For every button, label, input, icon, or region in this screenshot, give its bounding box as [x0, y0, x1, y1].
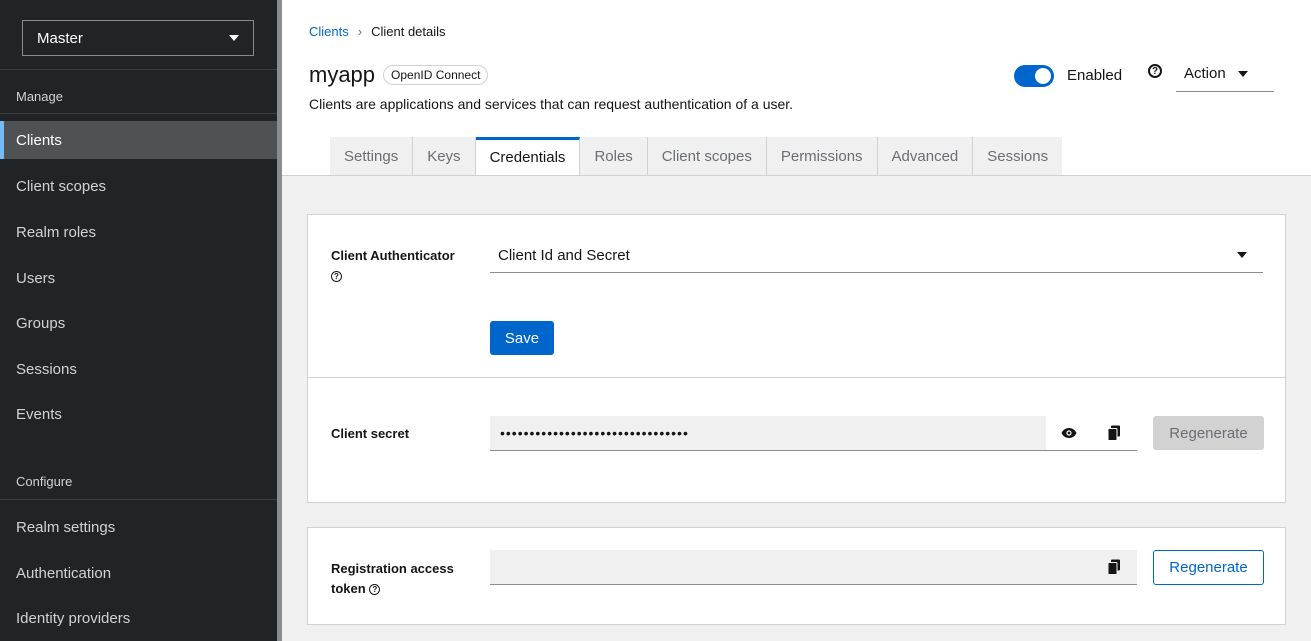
client-authenticator-text: Client Authenticator	[331, 248, 455, 263]
page-subtitle: Clients are applications and services th…	[309, 96, 794, 112]
nav-section-manage: Manage	[16, 89, 63, 104]
sidebar-item-groups[interactable]: Groups	[0, 304, 277, 342]
tab-client-scopes[interactable]: Client scopes	[647, 137, 767, 175]
action-dropdown[interactable]: Action	[1176, 56, 1274, 92]
divider	[0, 69, 277, 70]
sidebar-item-sessions[interactable]: Sessions	[0, 350, 277, 388]
action-label: Action	[1184, 65, 1226, 82]
enabled-label: Enabled	[1067, 67, 1123, 84]
sidebar-item-realm-roles[interactable]: Realm roles	[0, 213, 277, 251]
nav-section-configure: Configure	[16, 474, 73, 489]
sidebar-item-client-scopes[interactable]: Client scopes	[0, 167, 277, 205]
breadcrumb-current: Client details	[371, 24, 446, 39]
registration-token-card: Registration access token ? Regenerate	[307, 527, 1286, 625]
main-content: Clients › Client details myapp OpenID Co…	[282, 0, 1311, 641]
copy-secret-button[interactable]	[1091, 416, 1137, 451]
sidebar-item-events[interactable]: Events	[0, 395, 277, 433]
copy-icon	[1107, 425, 1120, 441]
show-secret-button[interactable]	[1046, 416, 1091, 451]
help-icon[interactable]: ?	[331, 271, 342, 283]
tab-permissions[interactable]: Permissions	[766, 137, 878, 175]
regenerate-token-button[interactable]: Regenerate	[1153, 550, 1264, 585]
tab-sessions[interactable]: Sessions	[973, 137, 1063, 175]
chevron-right-icon: ›	[357, 24, 363, 39]
breadcrumb: Clients › Client details	[309, 24, 446, 39]
protocol-badge: OpenID Connect	[383, 65, 489, 85]
tab-advanced[interactable]: Advanced	[877, 137, 974, 175]
caret-down-icon	[1237, 252, 1247, 258]
copy-token-button[interactable]	[1091, 550, 1137, 585]
page-title: myapp	[309, 62, 376, 87]
enabled-toggle[interactable]	[1014, 65, 1054, 87]
divider	[0, 499, 277, 500]
copy-icon	[1107, 559, 1120, 575]
client-authenticator-label: Client Authenticator ?	[331, 246, 471, 286]
credentials-card: Client Authenticator ? Client Id and Sec…	[307, 214, 1286, 503]
help-icon[interactable]: ?	[369, 584, 381, 596]
regenerate-secret-button[interactable]: Regenerate	[1153, 416, 1264, 450]
toggle-knob	[1035, 68, 1051, 84]
realm-name: Master	[37, 29, 83, 47]
client-secret-input[interactable]: ••••••••••••••••••••••••••••••••	[490, 416, 1046, 451]
divider	[0, 113, 277, 114]
help-icon[interactable]: ?	[1148, 64, 1162, 78]
caret-down-icon	[1237, 70, 1248, 77]
tab-bar: Settings Keys Credentials Roles Client s…	[330, 137, 1063, 175]
save-button[interactable]: Save	[490, 321, 554, 355]
tab-settings[interactable]: Settings	[330, 137, 414, 175]
sidebar-item-clients[interactable]: Clients	[0, 121, 277, 159]
breadcrumb-clients-link[interactable]: Clients	[309, 24, 349, 39]
registration-token-input[interactable]	[490, 550, 1091, 585]
card-divider	[308, 377, 1285, 378]
sidebar-item-identity-providers[interactable]: Identity providers	[0, 599, 277, 637]
tab-credentials[interactable]: Credentials	[475, 137, 581, 175]
registration-token-text-1: Registration access	[331, 561, 454, 576]
client-authenticator-value: Client Id and Secret	[498, 246, 630, 264]
realm-selector[interactable]: Master	[22, 20, 254, 56]
sidebar-item-users[interactable]: Users	[0, 259, 277, 297]
caret-down-icon	[229, 35, 239, 41]
title-row: myapp OpenID Connect	[309, 62, 489, 88]
client-authenticator-select[interactable]: Client Id and Secret	[490, 238, 1263, 273]
registration-token-label: Registration access token ?	[331, 559, 481, 599]
sidebar-item-authentication[interactable]: Authentication	[0, 554, 277, 592]
client-secret-label: Client secret	[331, 426, 410, 441]
registration-token-text-2: token	[331, 581, 366, 596]
sidebar: Master Manage Clients Client scopes Real…	[0, 0, 277, 641]
tab-roles[interactable]: Roles	[580, 137, 648, 175]
sidebar-item-realm-settings[interactable]: Realm settings	[0, 508, 277, 546]
eye-icon	[1061, 428, 1076, 438]
tab-keys[interactable]: Keys	[413, 137, 476, 175]
